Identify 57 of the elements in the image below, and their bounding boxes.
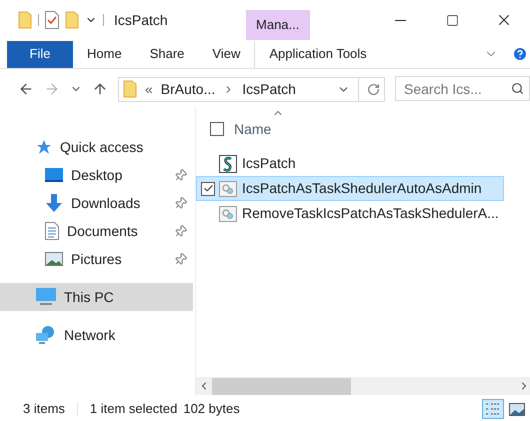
nav-item[interactable]: Desktop <box>0 161 193 189</box>
horizontal-scrollbar[interactable] <box>196 377 530 395</box>
file-name: IcsPatch <box>242 154 296 173</box>
new-folder-icon <box>65 11 79 29</box>
computer-icon <box>36 288 56 306</box>
desktop-icon <box>45 168 63 182</box>
item-count: 3 items <box>23 400 65 418</box>
nav-item[interactable]: This PC <box>0 283 193 311</box>
properties-icon[interactable] <box>45 11 59 29</box>
down-arrow-icon <box>45 194 63 212</box>
search-field[interactable]: Search Ics... <box>395 76 530 102</box>
gears-icon <box>219 206 237 222</box>
column-header[interactable]: Name <box>234 118 272 140</box>
overflow-chevrons[interactable]: « <box>145 78 153 100</box>
ribbon-tab[interactable]: Share <box>136 40 198 68</box>
selection-status: 1 item selected <box>90 400 178 418</box>
help-icon[interactable] <box>512 46 528 62</box>
file-row[interactable]: RemoveTaskIcsPatchAsTaskShedulerA... <box>196 201 504 226</box>
window-title: IcsPatch <box>114 10 168 30</box>
thumbnails-icon <box>509 402 525 416</box>
gears-icon <box>219 180 237 196</box>
file-row[interactable]: IcsPatch <box>196 151 504 176</box>
star-icon <box>36 139 52 155</box>
details-icon <box>485 402 501 416</box>
back-icon[interactable] <box>18 81 34 97</box>
file-tab[interactable]: File <box>7 40 73 68</box>
check-icon <box>202 183 214 194</box>
context-tab-header: Mana... <box>246 10 310 40</box>
folder-icon <box>123 80 137 98</box>
address-field[interactable]: « BrAuto... IcsPatch <box>118 76 385 102</box>
select-all-checkbox[interactable] <box>210 122 224 136</box>
file-name: RemoveTaskIcsPatchAsTaskShedulerA... <box>242 204 499 223</box>
details-view-button[interactable] <box>482 399 504 419</box>
nav-item[interactable]: Network <box>0 321 193 349</box>
refresh-icon[interactable] <box>367 82 380 96</box>
folder-icon <box>18 11 32 29</box>
file-row[interactable]: IcsPatchAsTaskShedulerAutoAsAdmin <box>196 176 504 201</box>
selection-size: 102 bytes <box>183 400 240 418</box>
network-icon <box>36 326 56 344</box>
file-name: IcsPatchAsTaskShedulerAutoAsAdmin <box>242 179 482 198</box>
ribbon-tab[interactable]: Home <box>73 40 136 68</box>
nav-item[interactable]: Pictures <box>0 245 193 273</box>
document-icon <box>45 222 59 240</box>
nav-item[interactable]: Quick access <box>0 133 193 161</box>
maximize-icon <box>446 14 458 26</box>
pictures-icon <box>45 252 63 266</box>
scrollbar-thumb[interactable] <box>212 378 351 394</box>
breadcrumb[interactable]: BrAuto... <box>160 78 216 100</box>
row-checkbox[interactable] <box>201 182 215 196</box>
ribbon-tab[interactable]: Application Tools <box>255 40 381 68</box>
ribbon-tab[interactable]: View <box>198 40 254 68</box>
up-icon[interactable] <box>92 81 108 97</box>
nav-item[interactable]: Downloads <box>0 189 193 217</box>
breadcrumb[interactable]: IcsPatch <box>242 78 296 100</box>
nav-item[interactable]: Documents <box>0 217 193 245</box>
script-icon <box>219 154 237 172</box>
search-icon <box>511 82 524 96</box>
